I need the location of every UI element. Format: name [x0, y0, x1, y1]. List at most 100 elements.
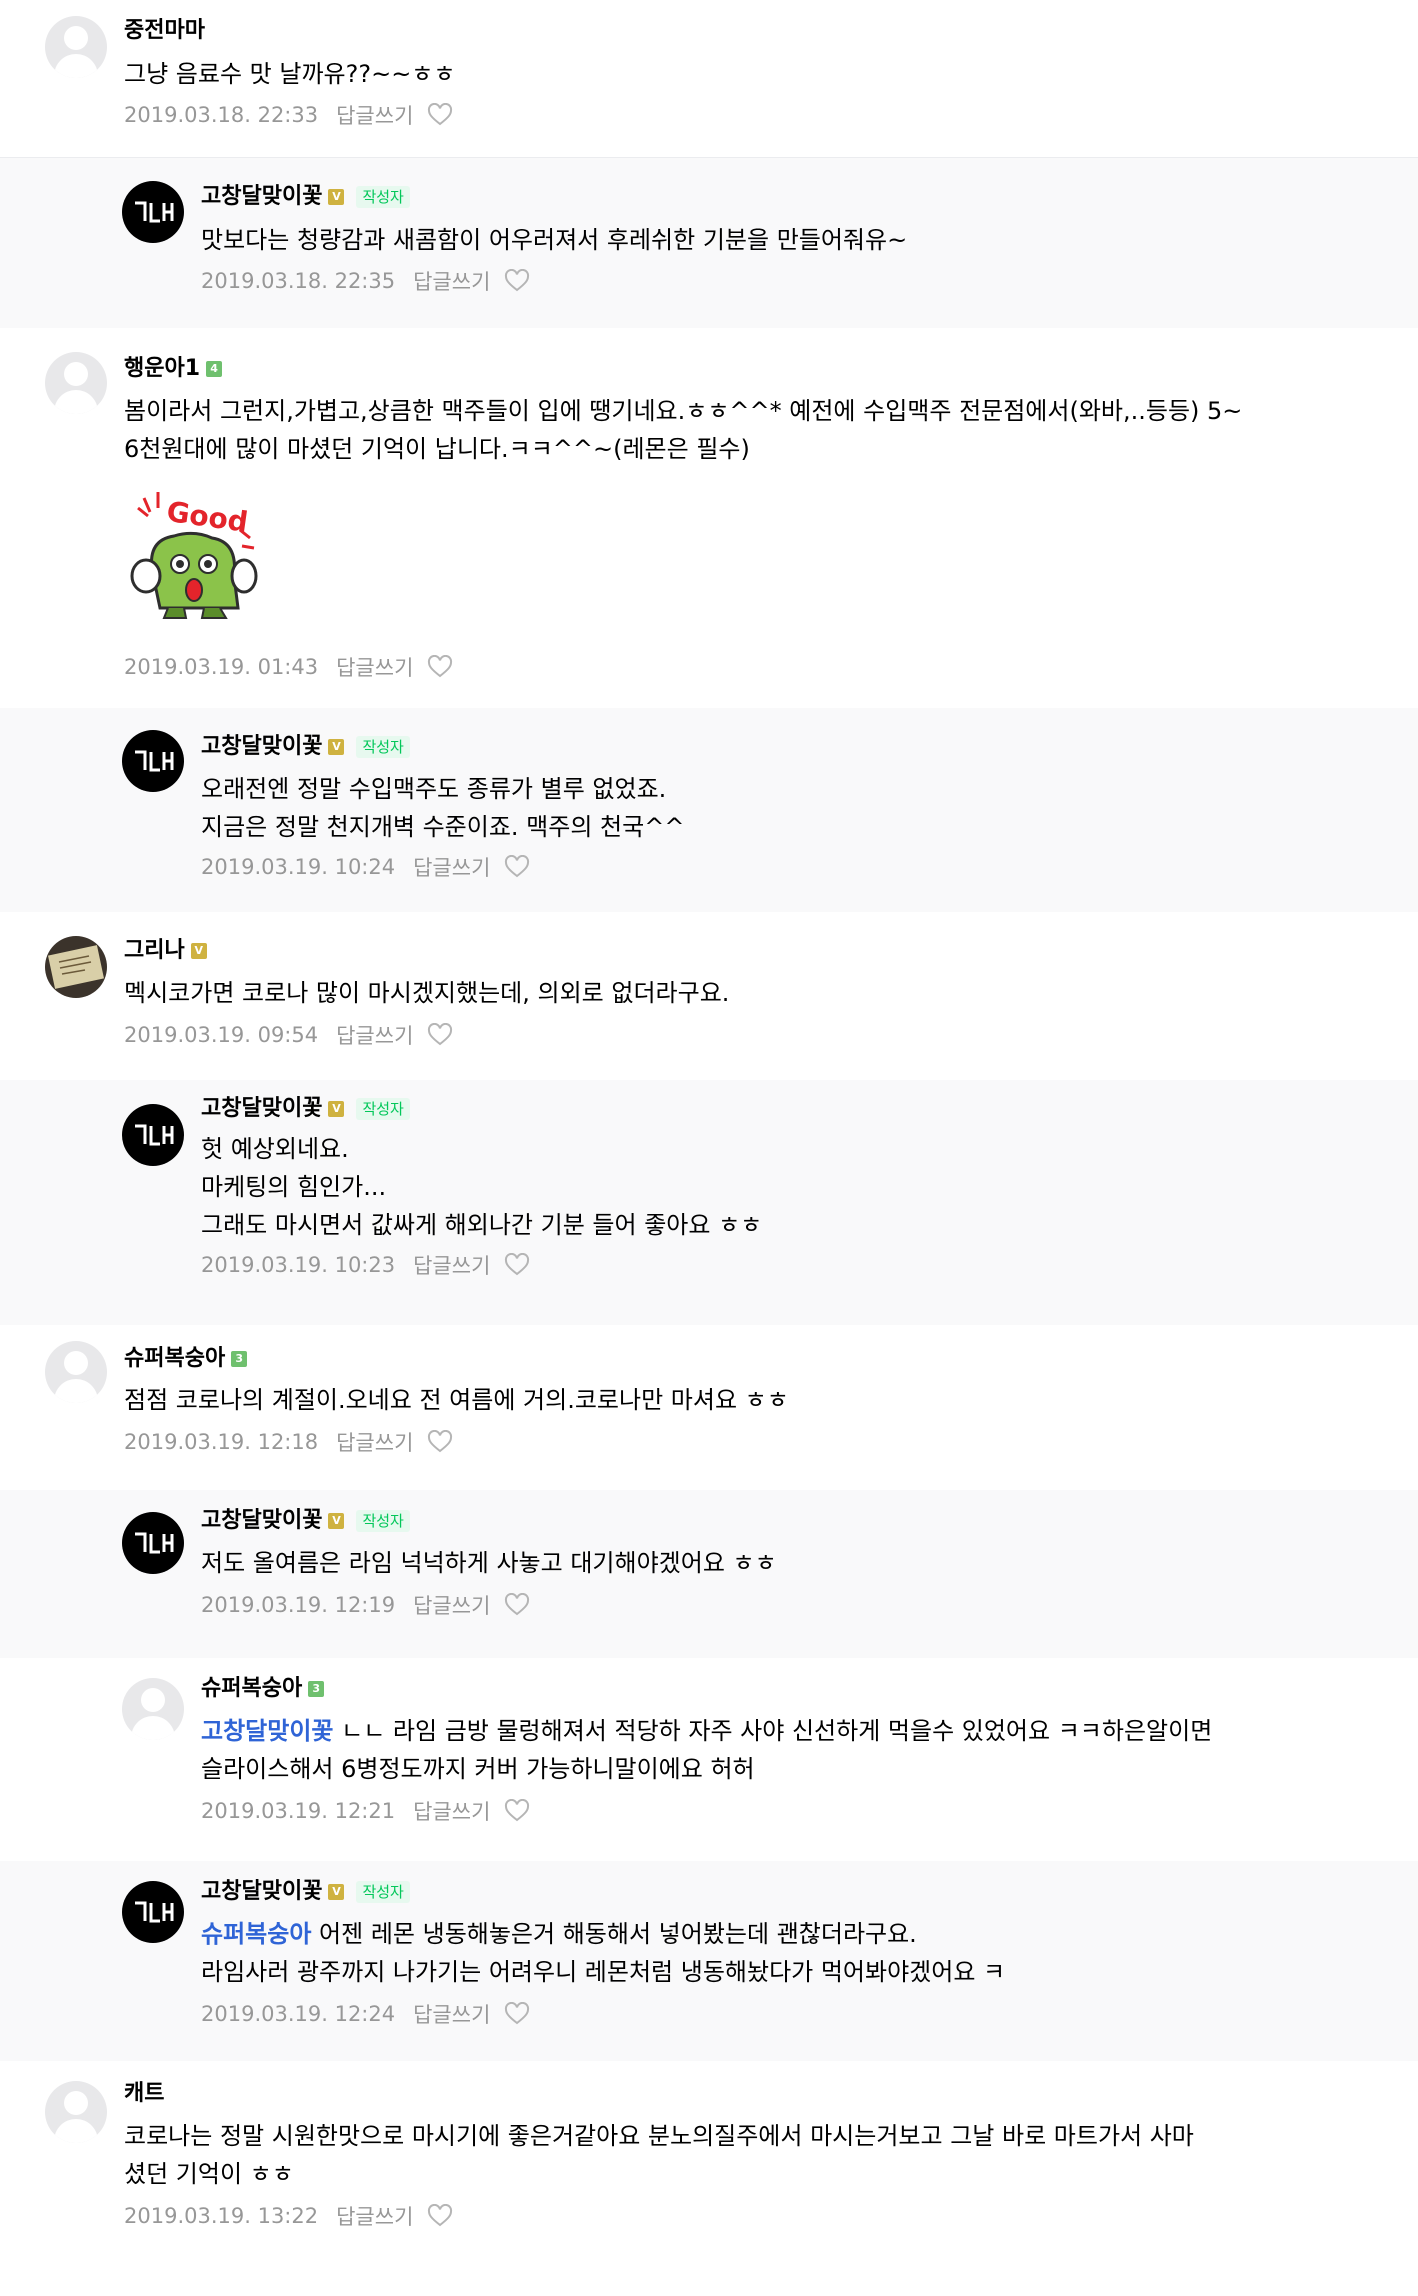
nickname[interactable]: 중전마마: [124, 16, 205, 46]
heart-icon[interactable]: [427, 1023, 453, 1047]
comment-meta: 2019.03.19. 12:18 답글쓰기: [124, 1427, 453, 1457]
comment-line: 멕시코가면 코로나 많이 마시겠지했는데, 의외로 없더라구요.: [124, 979, 730, 1007]
heart-icon[interactable]: [504, 1799, 530, 1823]
comment-date: 2019.03.19. 12:21: [201, 1799, 396, 1823]
nickname[interactable]: 행운아1: [124, 354, 200, 384]
comment-text: 오래전엔 정말 수입맥주도 종류가 별루 없었죠. 지금은 정말 천지개벽 수준…: [201, 770, 684, 846]
comment-line: 지금은 정말 천지개벽 수준이죠. 맥주의 천국^^: [201, 813, 685, 841]
mention-link[interactable]: 슈퍼복숭아: [201, 1920, 311, 1948]
reply-button[interactable]: 답글쓰기: [413, 266, 490, 296]
grade-badge: V: [328, 1513, 345, 1529]
nickname[interactable]: 캐트: [124, 2079, 164, 2109]
comment-header: 고창달맞이꽃 V 작성자: [201, 182, 410, 212]
comment-text: 저도 올여름은 라임 넉넉하게 사놓고 대기해야겠어요 ㅎㅎ: [201, 1544, 777, 1582]
nickname[interactable]: 고창달맞이꽃: [201, 1877, 322, 1907]
comment-line: 저도 올여름은 라임 넉넉하게 사놓고 대기해야겠어요 ㅎㅎ: [201, 1549, 777, 1577]
heart-icon[interactable]: [427, 2204, 453, 2228]
comment-line-text: 어젠 레몬 냉동해놓은거 해동해서 넣어봤는데 괜찮더라구요.: [311, 1920, 917, 1948]
heart-icon[interactable]: [504, 269, 530, 293]
grade-badge: V: [328, 1101, 345, 1117]
comment-line: 맛보다는 청량감과 새콤함이 어우러져서 후레쉬한 기분을 만들어줘유~: [201, 226, 908, 254]
comment-meta: 2019.03.19. 01:43 답글쓰기: [124, 652, 453, 682]
comment-line: 그래도 마시면서 값싸게 해외나간 기분 들어 좋아요 ㅎㅎ: [201, 1211, 763, 1239]
comment-line: 라임사러 광주까지 나가기는 어려우니 레몬처럼 냉동해놨다가 먹어봐야겠어요 …: [201, 1958, 1006, 1986]
comment-item: 행운아1 4 봄이라서 그런지,가볍고,상큼한 맥주들이 입에 땡기네요.ㅎㅎ^…: [0, 328, 1418, 708]
comment-text: 슈퍼복숭아 어젠 레몬 냉동해놓은거 해동해서 넣어봤는데 괜찮더라구요. 라임…: [201, 1915, 1005, 1991]
comment-date: 2019.03.19. 12:19: [201, 1593, 396, 1617]
nickname[interactable]: 슈퍼복숭아: [124, 1344, 225, 1374]
logo-icon: [135, 201, 174, 223]
comment-date: 2019.03.18. 22:33: [124, 103, 319, 127]
reply-item: 고창달맞이꽃 V 작성자 맛보다는 청량감과 새콤함이 어우러져서 후레쉬한 기…: [0, 158, 1418, 328]
heart-icon[interactable]: [504, 855, 530, 879]
avatar[interactable]: [45, 1341, 107, 1403]
reply-button[interactable]: 답글쓰기: [336, 2201, 413, 2231]
comment-header: 캐트: [124, 2079, 164, 2109]
reply-button[interactable]: 답글쓰기: [336, 652, 413, 682]
comment-line: 헛 예상외네요.: [201, 1135, 349, 1163]
avatar[interactable]: [122, 730, 184, 792]
comment-date: 2019.03.19. 13:22: [124, 2204, 319, 2228]
comment-header: 그리나 V: [124, 936, 207, 966]
comment-meta: 2019.03.18. 22:35 답글쓰기: [201, 266, 530, 296]
reply-item: 고창달맞이꽃 V 작성자 슈퍼복숭아 어젠 레몬 냉동해놓은거 해동해서 넣어봤…: [0, 1861, 1418, 2061]
mention-link[interactable]: 고창달맞이꽃: [201, 1717, 333, 1745]
nickname[interactable]: 고창달맞이꽃: [201, 1506, 322, 1536]
comment-text: 멕시코가면 코로나 많이 마시겠지했는데, 의외로 없더라구요.: [124, 974, 729, 1012]
grade-badge: V: [328, 739, 345, 755]
comment-line: 그냥 음료수 맛 날까유??~~ㅎㅎ: [124, 60, 456, 88]
comment-line: 슬라이스해서 6병정도까지 커버 가능하니말이에요 허허: [201, 1755, 755, 1783]
comment-date: 2019.03.19. 12:24: [201, 2002, 396, 2026]
comment-header: 행운아1 4: [124, 354, 223, 384]
avatar[interactable]: [122, 1104, 184, 1166]
comment-header: 고창달맞이꽃 V 작성자: [201, 1506, 410, 1536]
avatar[interactable]: [45, 2081, 107, 2143]
reply-button[interactable]: 답글쓰기: [413, 1999, 490, 2029]
comment-item: 중전마마 그냥 음료수 맛 날까유??~~ㅎㅎ 2019.03.18. 22:3…: [0, 0, 1418, 158]
grade-badge: V: [328, 189, 345, 205]
reply-item: 고창달맞이꽃 V 작성자 저도 올여름은 라임 넉넉하게 사놓고 대기해야겠어요…: [0, 1490, 1418, 1658]
avatar[interactable]: [45, 936, 107, 998]
avatar[interactable]: [122, 1881, 184, 1943]
comment-line: 셨던 기억이 ㅎㅎ: [124, 2160, 294, 2188]
reply-button[interactable]: 답글쓰기: [336, 100, 413, 130]
avatar[interactable]: [45, 16, 107, 78]
comment-line: 코로나는 정말 시원한맛으로 마시기에 좋은거같아요 분노의질주에서 마시는거보…: [124, 2122, 1194, 2150]
avatar[interactable]: [122, 1512, 184, 1574]
heart-icon[interactable]: [504, 1593, 530, 1617]
nickname[interactable]: 고창달맞이꽃: [201, 732, 322, 762]
grade-badge: V: [190, 943, 207, 959]
comment-line: 오래전엔 정말 수입맥주도 종류가 별루 없었죠.: [201, 775, 667, 803]
nickname[interactable]: 고창달맞이꽃: [201, 1094, 322, 1124]
heart-icon[interactable]: [427, 1430, 453, 1454]
reply-button[interactable]: 답글쓰기: [336, 1020, 413, 1050]
nickname[interactable]: 고창달맞이꽃: [201, 182, 322, 212]
comment-header: 고창달맞이꽃 V 작성자: [201, 1877, 410, 1907]
author-tag: 작성자: [356, 186, 410, 208]
comment-date: 2019.03.19. 01:43: [124, 655, 319, 679]
reply-item: 슈퍼복숭아 3 고창달맞이꽃 ㄴㄴ 라임 금방 물렁해져서 적당하 자주 사야 …: [0, 1658, 1418, 1861]
comment-text: 헛 예상외네요. 마케팅의 힘인가... 그래도 마시면서 값싸게 해외나간 기…: [201, 1130, 762, 1244]
heart-icon[interactable]: [504, 1253, 530, 1277]
reply-button[interactable]: 답글쓰기: [336, 1427, 413, 1457]
nickname[interactable]: 그리나: [124, 936, 185, 966]
heart-icon[interactable]: [504, 2002, 530, 2026]
avatar[interactable]: [45, 352, 107, 414]
comment-header: 슈퍼복숭아 3: [124, 1344, 248, 1374]
logo-icon: [135, 750, 174, 772]
reply-button[interactable]: 답글쓰기: [413, 1796, 490, 1826]
comment-line: 마케팅의 힘인가...: [201, 1173, 387, 1201]
reply-button[interactable]: 답글쓰기: [413, 1250, 490, 1280]
comment-text: 봄이라서 그런지,가볍고,상큼한 맥주들이 입에 땡기네요.ㅎㅎ^^* 예전에 …: [124, 392, 1242, 468]
nickname[interactable]: 슈퍼복숭아: [201, 1674, 302, 1704]
reply-button[interactable]: 답글쓰기: [413, 1590, 490, 1620]
avatar[interactable]: [122, 1678, 184, 1740]
heart-icon[interactable]: [427, 655, 453, 679]
reply-button[interactable]: 답글쓰기: [413, 852, 490, 882]
comment-meta: 2019.03.19. 10:24 답글쓰기: [201, 852, 530, 882]
author-tag: 작성자: [356, 736, 410, 758]
heart-icon[interactable]: [427, 103, 453, 127]
avatar[interactable]: [122, 181, 184, 243]
author-tag: 작성자: [356, 1881, 410, 1903]
comment-text: 그냥 음료수 맛 날까유??~~ㅎㅎ: [124, 55, 455, 93]
